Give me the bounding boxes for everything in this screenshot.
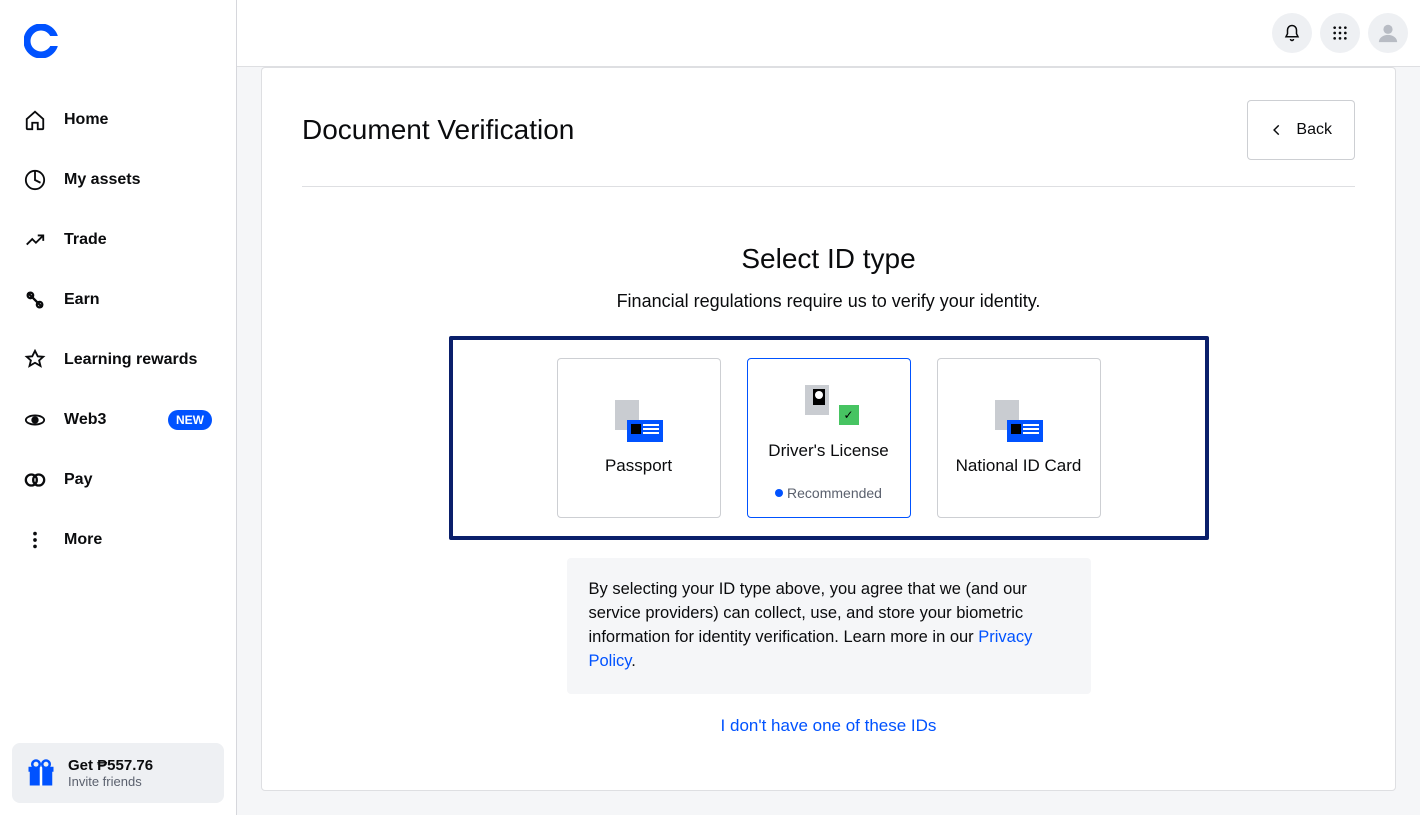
- avatar-icon: [1377, 22, 1399, 44]
- nav: Home My assets Trade Earn: [12, 91, 224, 569]
- bell-icon: [1283, 24, 1301, 42]
- nav-label: Trade: [64, 231, 107, 249]
- id-option-label: National ID Card: [956, 456, 1082, 476]
- learning-icon: [24, 349, 46, 371]
- recommended-label: Recommended: [787, 485, 882, 501]
- nav-item-assets[interactable]: My assets: [12, 151, 224, 209]
- referral-banner[interactable]: Get ₱557.76 Invite friends: [12, 743, 224, 803]
- topbar: [237, 0, 1420, 67]
- nav-label: My assets: [64, 171, 141, 189]
- new-badge: NEW: [168, 410, 212, 430]
- id-option-passport[interactable]: Passport: [557, 358, 721, 518]
- nav-item-trade[interactable]: Trade: [12, 211, 224, 269]
- id-option-label: Passport: [605, 456, 672, 476]
- passport-icon: [615, 400, 663, 442]
- checkmark-icon: ✓: [839, 405, 859, 425]
- referral-title: Get ₱557.76: [68, 757, 153, 774]
- logo-icon: [24, 24, 58, 58]
- id-option-label: Driver's License: [768, 441, 888, 461]
- assets-icon: [24, 169, 46, 191]
- nav-label: Earn: [64, 291, 100, 309]
- pay-icon: [24, 469, 46, 491]
- nav-label: Learning rewards: [64, 351, 197, 369]
- account-button[interactable]: [1368, 13, 1408, 53]
- nav-item-learning[interactable]: Learning rewards: [12, 331, 224, 389]
- content: Document Verification Back Select ID typ…: [237, 67, 1420, 815]
- select-id-title: Select ID type: [449, 243, 1209, 275]
- license-icon: ✓: [805, 385, 853, 427]
- id-option-drivers-license[interactable]: ✓ Driver's License Recommended: [747, 358, 911, 518]
- id-option-national-id[interactable]: National ID Card: [937, 358, 1101, 518]
- apps-button[interactable]: [1320, 13, 1360, 53]
- trade-icon: [24, 229, 46, 251]
- recommended-badge: Recommended: [775, 485, 882, 501]
- no-id-link[interactable]: I don't have one of these IDs: [721, 716, 937, 736]
- nav-label: Home: [64, 111, 108, 129]
- back-label: Back: [1296, 121, 1332, 139]
- web3-icon: [24, 409, 46, 431]
- referral-sub: Invite friends: [68, 774, 153, 789]
- home-icon: [24, 109, 46, 131]
- nav-item-earn[interactable]: Earn: [12, 271, 224, 329]
- dot-icon: [775, 489, 783, 497]
- nav-label: Pay: [64, 471, 92, 489]
- national-id-icon: [995, 400, 1043, 442]
- nav-item-web3[interactable]: Web3 NEW: [12, 391, 224, 449]
- earn-icon: [24, 289, 46, 311]
- referral-text: Get ₱557.76 Invite friends: [68, 757, 153, 789]
- main: Document Verification Back Select ID typ…: [236, 0, 1420, 815]
- consent-part-1: By selecting your ID type above, you agr…: [589, 580, 1027, 646]
- select-id-subtitle: Financial regulations require us to veri…: [449, 291, 1209, 312]
- sidebar: Home My assets Trade Earn: [0, 0, 236, 815]
- card: Document Verification Back Select ID typ…: [261, 67, 1396, 791]
- nav-label: Web3: [64, 411, 106, 429]
- page-title: Document Verification: [302, 114, 574, 146]
- card-header: Document Verification Back: [302, 100, 1355, 187]
- consent-part-2: .: [631, 652, 636, 670]
- notifications-button[interactable]: [1272, 13, 1312, 53]
- gift-icon: [26, 758, 56, 788]
- nav-label: More: [64, 531, 102, 549]
- chevron-left-icon: [1270, 123, 1284, 137]
- more-icon: [24, 529, 46, 551]
- apps-icon: [1332, 25, 1348, 41]
- logo[interactable]: [12, 24, 224, 63]
- id-options-highlight: Passport ✓ Driver's License: [449, 336, 1209, 540]
- nav-item-more[interactable]: More: [12, 511, 224, 569]
- select-id-section: Select ID type Financial regulations req…: [449, 243, 1209, 736]
- nav-item-pay[interactable]: Pay: [12, 451, 224, 509]
- nav-item-home[interactable]: Home: [12, 91, 224, 149]
- back-button[interactable]: Back: [1247, 100, 1355, 160]
- consent-text: By selecting your ID type above, you agr…: [567, 558, 1091, 694]
